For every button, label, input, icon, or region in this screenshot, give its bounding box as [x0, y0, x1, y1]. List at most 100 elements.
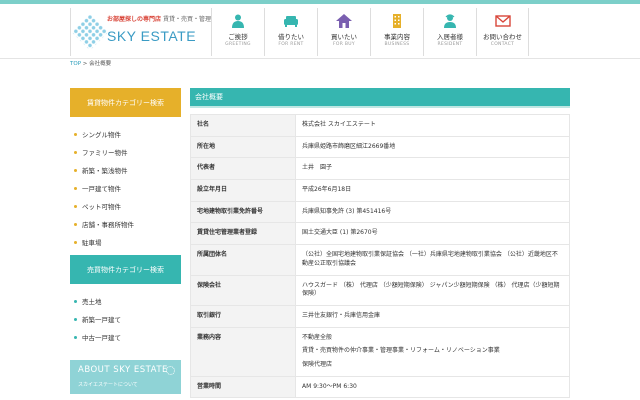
logo-name: SKY ESTATE: [107, 28, 197, 44]
main-content: 会社概要 社名 株式会社 スカイエステート 所在地 兵庫県姫路市飾磨区細江2669番地…: [190, 88, 570, 399]
row-value: （公社）全国宅地建物取引業保証協会 （一社）兵庫県宅地建物取引業協会 （公社）近…: [295, 244, 570, 276]
table-row: 保険会社 ハウスガード （株） 代理店 （少額短期保険） ジャパン少額短期保険 （…: [190, 274, 570, 306]
table-row: 営業時間 AM 9:30～PM 6:30: [190, 375, 570, 399]
about-banner[interactable]: ABOUT SKY ESTATE スカイエステートについて: [70, 360, 181, 394]
row-value: 国土交通大臣 (1) 第2670号: [295, 222, 570, 246]
sidebar-item-used-house[interactable]: 中古一戸建て: [74, 328, 181, 346]
building-icon: [393, 14, 401, 28]
nav-business[interactable]: 事業内容 BUSINESS: [370, 8, 423, 56]
bullet-icon: [74, 335, 77, 339]
nav-greeting[interactable]: ご挨拶 GREETING: [211, 8, 264, 56]
sidebar-item-detached[interactable]: 一戸建て物件: [74, 179, 181, 197]
table-row: 業務内容 不動産全般賃貸・売買物件の仲介事業・管理事業・リフォーム・リノベーション…: [190, 326, 570, 377]
global-nav: ご挨拶 GREETING 借りたい FOR RENT 買いたい FOR BUY …: [211, 8, 529, 56]
sidebar-item-pet-ok[interactable]: ペット可物件: [74, 197, 181, 215]
table-row: 取引銀行 三井住友銀行・兵庫信用金庫: [190, 304, 570, 328]
row-key: 社名: [190, 114, 296, 137]
person-icon: [232, 14, 244, 28]
breadcrumb-current: 会社概要: [89, 61, 112, 67]
row-value-line: 国土交通大臣 (1) 第2670号: [302, 229, 378, 237]
row-value: ハウスガード （株） 代理店 （少額短期保険） ジャパン少額短期保険 （株） 代…: [295, 274, 570, 306]
about-banner-subtitle: スカイエステートについて: [78, 382, 138, 388]
row-value-line: 不動産全般: [302, 333, 333, 341]
row-value-line: 兵庫県姫路市飾磨区細江2669番地: [302, 142, 396, 150]
bullet-icon: [74, 299, 77, 303]
rent-category-list: シングル物件 ファミリー物件 新築・築浅物件 一戸建て物件 ペット可物件 店舗・…: [70, 117, 181, 255]
flower-icon: [166, 366, 175, 375]
sidebar-item-parking[interactable]: 駐車場: [74, 233, 181, 251]
page-title: 会社概要: [190, 88, 570, 108]
bullet-icon: [74, 204, 77, 208]
breadcrumb-separator: >: [82, 61, 88, 67]
table-row: 代表者 土井 園子: [190, 157, 570, 181]
resident-icon: [444, 14, 456, 28]
row-value-line: 株式会社 スカイエステート: [302, 121, 376, 128]
row-value-line: AM 9:30～PM 6:30: [302, 382, 357, 390]
sidebar-item-land[interactable]: 売土地: [74, 292, 181, 310]
table-row: 宅地建物取引業免許番号 兵庫県知事免許 (3) 第451416号: [190, 200, 570, 224]
row-key: 賃貸住宅管理業者登録: [190, 222, 296, 246]
sale-category-list: 売土地 新築一戸建て 中古一戸建て: [70, 284, 181, 350]
nav-for-rent[interactable]: 借りたい FOR RENT: [264, 8, 317, 56]
row-value-line: （公社）全国宅地建物取引業保証協会 （一社）兵庫県宅地建物取引業協会 （公社）近…: [302, 251, 558, 267]
table-row: 社名 株式会社 スカイエステート: [190, 114, 570, 137]
house-icon: [336, 14, 352, 28]
rent-category-heading: 賃貸物件カテゴリー検索: [70, 88, 181, 117]
sale-category-heading: 売買物件カテゴリー検索: [70, 255, 181, 284]
row-key: 取引銀行: [190, 304, 296, 328]
table-row: 賃貸住宅管理業者登録 国土交通大臣 (1) 第2670号: [190, 222, 570, 246]
bullet-icon: [74, 150, 77, 154]
nav-for-buy[interactable]: 買いたい FOR BUY: [317, 8, 370, 56]
row-key: 保険会社: [190, 274, 296, 306]
row-value: AM 9:30～PM 6:30: [295, 375, 570, 399]
sidebar: 賃貸物件カテゴリー検索 シングル物件 ファミリー物件 新築・築浅物件 一戸建て物…: [70, 88, 181, 394]
row-value-line: ハウスガード （株） 代理店 （少額短期保険） ジャパン少額短期保険 （株） 代…: [302, 281, 560, 298]
sidebar-item-single[interactable]: シングル物件: [74, 125, 181, 143]
logo-tagline: お部屋探しの専門店 賃貸・売買・管理: [107, 16, 212, 23]
row-value: 三井住友銀行・兵庫信用金庫: [295, 304, 570, 328]
breadcrumb-home-link[interactable]: TOP: [70, 61, 81, 67]
table-row: 設立年月日 平成26年6月18日: [190, 179, 570, 202]
sidebar-item-store-office[interactable]: 店舗・事務所物件: [74, 215, 181, 233]
about-banner-title: ABOUT SKY ESTATE: [78, 365, 168, 375]
sofa-icon: [284, 16, 298, 27]
site-header: お部屋探しの専門店 賃貸・売買・管理 SKY ESTATE ご挨拶 GREETIN…: [0, 4, 640, 58]
row-value-line: 三井住友銀行・兵庫信用金庫: [302, 311, 381, 319]
row-key: 営業時間: [190, 375, 296, 399]
sidebar-item-family[interactable]: ファミリー物件: [74, 143, 181, 161]
nav-resident[interactable]: 入居者様 RESIDENT: [423, 8, 476, 56]
row-key: 業務内容: [190, 326, 296, 377]
company-info-table: 社名 株式会社 スカイエステート 所在地 兵庫県姫路市飾磨区細江2669番地 代表者 土井…: [190, 114, 570, 399]
nav-contact[interactable]: お問い合わせ CONTACT: [476, 8, 529, 56]
mail-icon: [494, 15, 511, 27]
bullet-icon: [74, 222, 77, 226]
row-value: 株式会社 スカイエステート: [295, 114, 570, 137]
sidebar-item-new-house[interactable]: 新築一戸建て: [74, 310, 181, 328]
row-key: 所属団体名: [190, 244, 296, 276]
row-value: 不動産全般賃貸・売買物件の仲介事業・管理事業・リフォーム・リノベーション事業 保険…: [295, 326, 570, 377]
row-value-line: 土井 園子: [302, 164, 333, 172]
row-value: 兵庫県知事免許 (3) 第451416号: [295, 200, 570, 224]
row-value-line: 賃貸・売買物件の仲介事業・管理事業・リフォーム・リノベーション事業: [302, 347, 500, 355]
row-key: 宅地建物取引業免許番号: [190, 200, 296, 224]
row-key: 所在地: [190, 135, 296, 159]
bullet-icon: [74, 186, 77, 190]
table-row: 所在地 兵庫県姫路市飾磨区細江2669番地: [190, 135, 570, 159]
sidebar-item-new-build[interactable]: 新築・築浅物件: [74, 161, 181, 179]
row-value: 兵庫県姫路市飾磨区細江2669番地: [295, 135, 570, 159]
bullet-icon: [74, 317, 77, 321]
row-key: 代表者: [190, 157, 296, 181]
row-key: 設立年月日: [190, 179, 296, 202]
row-value-line: 平成26年6月18日: [302, 186, 352, 194]
row-value-line: 兵庫県知事免許 (3) 第451416号: [302, 207, 392, 215]
row-value: 土井 園子: [295, 157, 570, 181]
bullet-icon: [74, 168, 77, 172]
site-logo[interactable]: お部屋探しの専門店 賃貸・売買・管理 SKY ESTATE: [70, 8, 212, 56]
logo-mark-icon: [71, 13, 109, 51]
row-value: 平成26年6月18日: [295, 179, 570, 202]
table-row: 所属団体名 （公社）全国宅地建物取引業保証協会 （一社）兵庫県宅地建物取引業協会 …: [190, 244, 570, 276]
bullet-icon: [74, 132, 77, 136]
breadcrumb: TOP > 会社概要: [70, 59, 111, 67]
row-value-line: 保険代理店: [302, 360, 333, 368]
bullet-icon: [74, 240, 77, 244]
